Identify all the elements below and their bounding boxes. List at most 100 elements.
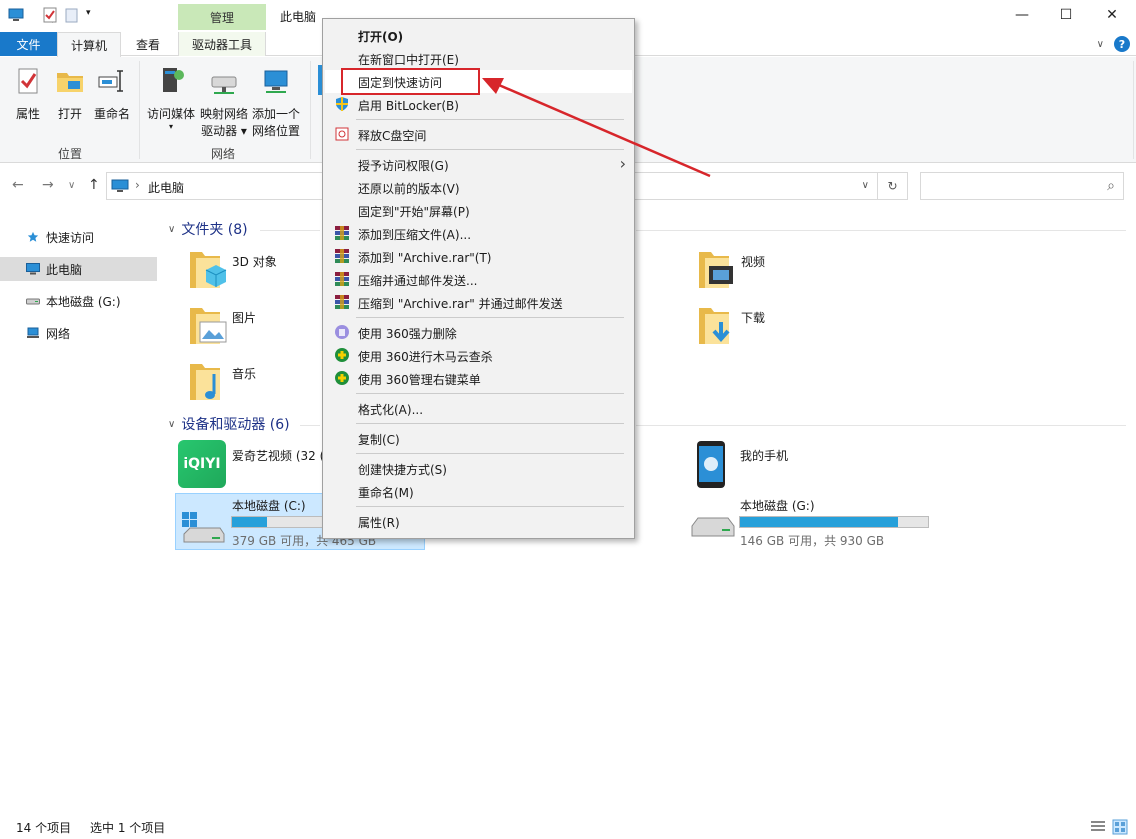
folder-downloads[interactable]: 下载 [685, 302, 925, 352]
recent-locations-button[interactable]: ∨ [68, 180, 75, 191]
collapse-chevron-icon[interactable]: ∨ [168, 419, 175, 430]
menu-item-pin-start[interactable]: 固定到"开始"屏幕(P) [325, 199, 632, 222]
menu-item-open[interactable]: 打开(O) [325, 24, 632, 47]
cleanup-icon [335, 127, 349, 141]
devices-section-header[interactable]: ∨ 设备和驱动器 (6) [168, 414, 290, 434]
forward-button[interactable]: → [42, 177, 54, 193]
ribbon-group-separator [1133, 61, 1134, 159]
computer-icon [111, 179, 129, 192]
refresh-icon: ↻ [887, 179, 898, 193]
map-drive-label-line1: 映射网络 [199, 107, 248, 121]
menu-item-add-archive[interactable]: 添加到压缩文件(A)... [325, 222, 632, 245]
menu-item-360-scan[interactable]: 使用 360进行木马云查杀 [325, 344, 632, 367]
tab-view[interactable]: 查看 [122, 32, 174, 56]
tab-file[interactable]: 文件 [0, 32, 57, 56]
menu-item-add-rar[interactable]: 添加到 "Archive.rar"(T) [325, 245, 632, 268]
add-network-location-button[interactable]: 添加一个 网络位置 [250, 65, 302, 140]
manage-context-tab[interactable]: 管理 [178, 4, 266, 30]
add-location-label-line1: 添加一个 [251, 107, 300, 121]
minimize-button[interactable]: — [999, 0, 1045, 30]
breadcrumb-separator[interactable]: › [135, 178, 140, 192]
annotation-arrow-icon [482, 78, 711, 178]
network-group-label: 网络 [211, 147, 236, 161]
large-icons-view-icon[interactable] [1112, 819, 1128, 835]
sidebar-item-network[interactable]: 网络 [0, 321, 157, 345]
access-media-button[interactable]: 访问媒体 ▾ [144, 65, 198, 131]
computer-icon[interactable] [8, 7, 24, 23]
menu-item-rename[interactable]: 重命名(M) [325, 480, 632, 503]
menu-item-copy[interactable]: 复制(C) [325, 427, 632, 450]
drive-c-usage-fill [232, 517, 267, 527]
network-icon [27, 327, 39, 338]
address-dropdown-icon[interactable]: ∨ [862, 180, 869, 191]
rename-button[interactable]: 重命名 [92, 65, 132, 123]
status-bar: 14 个项目 选中 1 个项目 [0, 814, 1136, 839]
menu-separator [356, 393, 624, 394]
drive-g-usage-fill [740, 517, 899, 527]
menu-separator [356, 506, 624, 507]
maximize-button[interactable]: ☐ [1043, 0, 1089, 30]
menu-item-compress-email[interactable]: 压缩并通过邮件发送... [325, 268, 632, 291]
drive-icon [26, 298, 40, 305]
sidebar-item-quick-access[interactable]: 快速访问 [0, 225, 157, 249]
music-folder-icon [190, 364, 220, 400]
address-breadcrumb[interactable]: 此电脑 [148, 179, 184, 196]
refresh-button[interactable]: ↻ [878, 172, 908, 200]
sidebar-item-label: 快速访问 [46, 230, 95, 245]
360-security-icon [335, 348, 349, 362]
device-phone-label[interactable]: 我的手机 [740, 447, 788, 464]
winrar-icon [335, 226, 349, 240]
menu-item-360-manage[interactable]: 使用 360管理右键菜单 [325, 367, 632, 390]
rename-label: 重命名 [93, 107, 130, 121]
menu-item-format[interactable]: 格式化(A)... [325, 397, 632, 420]
open-button[interactable]: 打开 [52, 65, 88, 123]
properties-check-icon[interactable] [42, 7, 58, 23]
properties-button[interactable]: 属性 [10, 65, 46, 123]
selected-count: 选中 1 个项目 [90, 821, 166, 835]
details-view-icon[interactable] [1090, 820, 1106, 834]
section-divider [300, 425, 320, 426]
help-icon[interactable]: ? [1114, 36, 1130, 52]
section-divider [636, 230, 1126, 231]
folder-videos[interactable]: 视频 [685, 246, 925, 296]
drive-g-label[interactable]: 本地磁盘 (G:) [740, 497, 815, 514]
back-button[interactable]: ← [12, 177, 24, 193]
drive-icon[interactable] [690, 514, 736, 544]
downloads-folder-icon [699, 308, 730, 344]
folders-section-title: 文件夹 (8) [181, 222, 248, 238]
add-location-label-line2: 网络位置 [251, 124, 300, 138]
sidebar-item-label: 本地磁盘 (G:) [46, 294, 121, 309]
menu-item-create-shortcut[interactable]: 创建快捷方式(S) [325, 457, 632, 480]
ribbon-expand-icon[interactable]: ∨ [1097, 39, 1104, 50]
media-server-icon [163, 68, 184, 92]
map-network-drive-button[interactable]: 映射网络 驱动器 ▾ [198, 65, 250, 140]
sidebar-item-this-pc[interactable]: 此电脑 [0, 257, 157, 281]
tab-computer[interactable]: 计算机 [57, 32, 121, 57]
menu-separator [356, 453, 624, 454]
phone-icon[interactable] [696, 440, 726, 489]
location-group-label: 位置 [58, 147, 83, 161]
properties-label: 属性 [15, 107, 40, 121]
quick-access-dropdown-icon[interactable]: ▾ [86, 8, 91, 18]
up-button[interactable]: ↑ [88, 177, 100, 193]
360-delete-icon [335, 325, 349, 339]
folders-section-header[interactable]: ∨ 文件夹 (8) [168, 219, 248, 239]
menu-item-properties[interactable]: 属性(R) [325, 510, 632, 533]
collapse-chevron-icon[interactable]: ∨ [168, 224, 175, 235]
network-drive-icon [211, 76, 237, 94]
search-input[interactable]: ⌕ [920, 172, 1124, 200]
folder-label: 下载 [741, 311, 766, 325]
menu-item-compress-rar-email[interactable]: 压缩到 "Archive.rar" 并通过邮件发送 [325, 291, 632, 314]
star-icon [27, 231, 39, 242]
tab-drive-tools[interactable]: 驱动器工具 [178, 32, 266, 56]
close-button[interactable]: ✕ [1089, 0, 1135, 30]
winrar-icon [335, 295, 349, 309]
sidebar-item-drive-g[interactable]: 本地磁盘 (G:) [0, 289, 157, 313]
menu-item-360-delete[interactable]: 使用 360强力删除 [325, 321, 632, 344]
windows-drive-icon [182, 512, 225, 543]
new-folder-icon[interactable] [64, 7, 80, 23]
winrar-icon [335, 249, 349, 263]
iqiyi-logo-icon[interactable]: iQIYI [178, 440, 226, 488]
device-iqiyi-label[interactable]: 爱奇艺视频 (32 ( [232, 447, 324, 464]
menu-item-open-new-window[interactable]: 在新窗口中打开(E) [325, 47, 632, 70]
